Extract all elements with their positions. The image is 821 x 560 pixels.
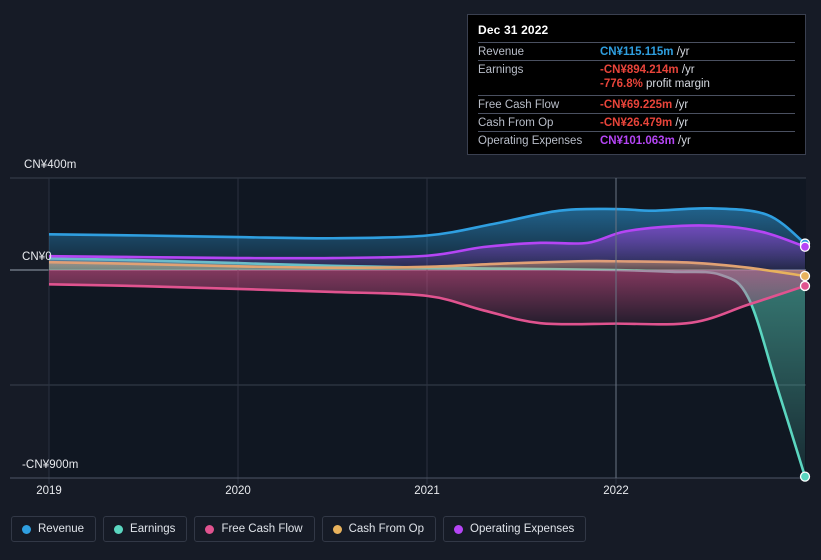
legend-color-dot-icon <box>114 524 124 534</box>
x-axis-tick-2021: 2021 <box>414 485 440 497</box>
legend-item-revenue[interactable]: Revenue <box>11 516 97 542</box>
tooltip-row-label: Earnings <box>478 63 524 76</box>
tooltip-row-value: -CN¥894.214m /yr <box>600 63 695 76</box>
legend-item-label: Cash From Op <box>348 523 425 535</box>
legend-item-cash-from-op[interactable]: Cash From Op <box>321 516 437 542</box>
tooltip-row: Cash From Op -CN¥26.479m /yr <box>478 113 795 131</box>
y-axis-label-zero: CN¥0 <box>22 251 52 263</box>
tooltip-rows: Revenue CN¥115.115m /yr Earnings -CN¥894.21… <box>478 42 795 149</box>
legend-item-label: Operating Expenses <box>470 523 575 535</box>
legend-item-label: Revenue <box>38 523 85 535</box>
financial-chart-page: CN¥400m CN¥0 -CN¥900m 2019 2020 2021 2022 D… <box>0 0 821 560</box>
tooltip-row-value: CN¥101.063m /yr <box>600 134 691 147</box>
tooltip-row-label: Operating Expenses <box>478 134 583 147</box>
y-axis-label-top: CN¥400m <box>24 159 77 171</box>
legend-color-dot-icon <box>22 524 31 534</box>
tooltip-row-label: Free Cash Flow <box>478 98 560 111</box>
legend-color-dot-icon <box>205 524 215 534</box>
tooltip-row-label: Revenue <box>478 45 525 58</box>
tooltip-row: Revenue CN¥115.115m /yr <box>478 42 795 60</box>
tooltip-row: -776.8% profit margin <box>478 78 795 95</box>
legend-color-dot-icon <box>332 524 342 534</box>
tooltip-row-value: -CN¥26.479m /yr <box>600 116 689 129</box>
tooltip-row: Operating Expenses CN¥101.063m /yr <box>478 131 795 149</box>
chart-tooltip: Dec 31 2022 Revenue CN¥115.115m /yr Earnin… <box>467 14 806 155</box>
legend-color-dot-icon <box>454 524 464 534</box>
legend-item-label: Free Cash Flow <box>221 523 303 535</box>
tooltip-row-value: -CN¥69.225m /yr <box>600 98 689 111</box>
series-endpoint-operating-expenses[interactable] <box>799 241 811 252</box>
x-axis-tick-2022: 2022 <box>603 485 629 497</box>
tooltip-row: Free Cash Flow -CN¥69.225m /yr <box>478 95 795 113</box>
legend-item-label: Earnings <box>130 523 176 535</box>
legend-item-free-cash-flow[interactable]: Free Cash Flow <box>194 516 315 542</box>
x-axis-tick-2019: 2019 <box>36 485 62 497</box>
tooltip-row-value: -776.8% profit margin <box>600 78 710 90</box>
y-axis-label-bottom: -CN¥900m <box>22 459 79 471</box>
series-endpoint-earnings[interactable] <box>799 471 811 482</box>
series-endpoint-free-cash-flow[interactable] <box>799 280 811 292</box>
legend-item-earnings[interactable]: Earnings <box>103 516 188 542</box>
tooltip-row-label: Cash From Op <box>478 116 554 129</box>
tooltip-date: Dec 31 2022 <box>478 23 549 37</box>
tooltip-row: Earnings -CN¥894.214m /yr <box>478 60 795 78</box>
series-endpoint-cash-from-op[interactable] <box>799 270 811 282</box>
x-axis-tick-2020: 2020 <box>225 485 251 497</box>
chart-legend[interactable]: Revenue Earnings Free Cash Flow Cash From O… <box>11 516 587 542</box>
tooltip-row-value: CN¥115.115m /yr <box>600 45 690 58</box>
legend-item-operating-expenses[interactable]: Operating Expenses <box>443 516 587 542</box>
